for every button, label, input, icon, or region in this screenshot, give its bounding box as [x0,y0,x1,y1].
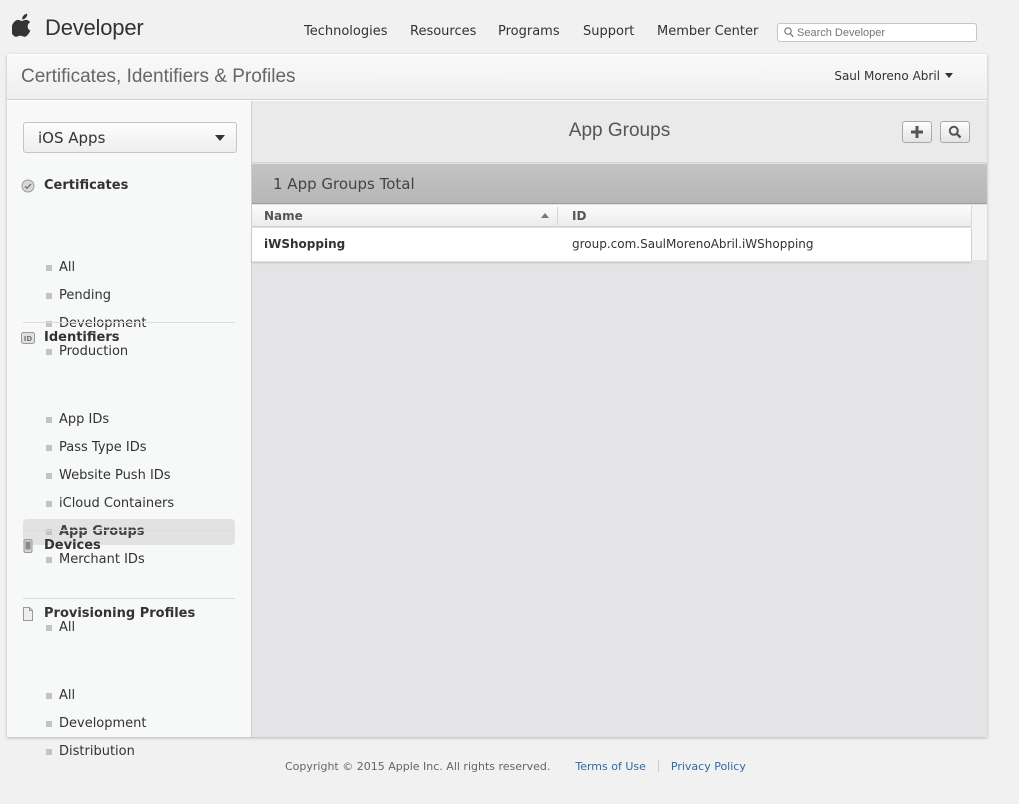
bullet [46,349,52,355]
sidebar-item-pending[interactable]: Pending [23,283,235,309]
copyright-text: Copyright © 2015 Apple Inc. All rights r… [285,760,551,773]
column-divider[interactable] [557,207,558,225]
sidebar-item-pass-type-ids[interactable]: Pass Type IDs [23,435,235,461]
developer-brand[interactable]: Developer [45,15,144,41]
apple-logo-icon[interactable] [12,13,34,37]
bullet [46,693,52,699]
top-navigation: Developer Technologies Resources Program… [0,0,1019,54]
bullet [46,557,52,563]
section-title: Devices [44,538,101,553]
main-card: Certificates, Identifiers & Profiles Sau… [7,54,987,759]
sidebar-item-label[interactable]: Distribution [59,744,135,759]
sidebar-item-label[interactable]: All [59,688,75,703]
scrollbar[interactable] [971,205,987,260]
content-title: App Groups [568,120,671,141]
app-group-id[interactable]: group.com.SaulMorenoAbril.iWShopping [572,237,814,251]
sidebar-item-label[interactable]: App Groups [59,524,145,539]
plus-icon [911,126,923,138]
bullet [46,625,52,631]
content-header: App Groups [252,101,987,163]
sidebar-item-label[interactable]: Pending [59,288,111,303]
divider [23,598,235,599]
table-row[interactable]: iWShopping group.com.SaulMorenoAbril.iWS… [252,228,971,262]
sidebar-item-label[interactable]: Development [59,716,147,731]
search-button[interactable] [940,121,970,143]
sidebar-item-website-push-ids[interactable]: Website Push IDs [23,463,235,489]
divider [23,322,235,323]
nav-resources[interactable]: Resources [410,24,476,39]
section-title: Certificates [44,178,129,193]
total-count-bar: 1 App Groups Total [252,164,987,204]
nav-support[interactable]: Support [583,24,634,39]
bullet [46,417,52,423]
privacy-policy-link[interactable]: Privacy Policy [671,760,746,773]
sidebar-item-icloud-containers[interactable]: iCloud Containers [23,491,235,517]
sidebar-item-label[interactable]: Merchant IDs [59,552,145,567]
chevron-down-icon[interactable] [215,135,225,141]
search-icon [784,27,794,38]
content-area: App Groups 1 App Groups Total Name ID iW… [252,101,987,737]
platform-select[interactable]: iOS Apps [23,122,237,153]
certificate-icon [21,179,35,193]
bullet [46,721,52,727]
sidebar-item-label[interactable]: Development [59,316,147,331]
sidebar-item-profiles-all[interactable]: All [23,683,235,709]
sidebar-item-label[interactable]: All [59,260,75,275]
column-header-id[interactable]: ID [572,209,586,223]
sort-ascending-icon[interactable] [541,213,549,218]
sidebar-item-label[interactable]: All [59,620,75,635]
app-group-name[interactable]: iWShopping [264,237,345,251]
footer: Copyright © 2015 Apple Inc. All rights r… [285,760,746,773]
divider [657,760,659,772]
search-icon [948,125,962,139]
search-input[interactable] [797,25,972,40]
document-icon [23,607,33,621]
bullet [46,445,52,451]
bullet [46,749,52,755]
sidebar: iOS Apps Certificates All Pending Develo… [7,101,252,759]
svg-text:ID: ID [24,335,33,343]
sidebar-item-label[interactable]: Production [59,344,128,359]
sidebar-item-app-ids[interactable]: App IDs [23,407,235,433]
table-header: Name ID [252,205,971,227]
sidebar-item-certificates-all[interactable]: All [23,255,235,281]
id-badge-icon: ID [21,332,35,344]
divider [23,530,235,531]
user-name[interactable]: Saul Moreno Abril [834,69,940,83]
bullet [46,293,52,299]
total-count: 1 App Groups Total [273,175,415,193]
search-box[interactable] [777,23,977,42]
user-menu-caret-icon[interactable] [945,73,953,78]
page-title: Certificates, Identifiers & Profiles [21,66,296,87]
nav-member-center[interactable]: Member Center [657,24,758,39]
platform-select-value[interactable]: iOS Apps [38,129,105,147]
user-menu[interactable]: Saul Moreno Abril [834,69,953,83]
sidebar-item-label[interactable]: Pass Type IDs [59,440,147,455]
sidebar-item-label[interactable]: iCloud Containers [59,496,174,511]
sidebar-item-profiles-development[interactable]: Development [23,711,235,737]
device-icon [23,539,33,553]
terms-of-use-link[interactable]: Terms of Use [575,760,646,773]
sidebar-item-label[interactable]: App IDs [59,412,109,427]
nav-programs[interactable]: Programs [498,24,560,39]
bullet [46,501,52,507]
nav-technologies[interactable]: Technologies [304,24,388,39]
sidebar-item-distribution[interactable]: Distribution [23,739,235,765]
sidebar-item-label[interactable]: Website Push IDs [59,468,171,483]
section-title: Provisioning Profiles [44,606,196,621]
bullet [46,473,52,479]
card-header: Certificates, Identifiers & Profiles Sau… [7,54,987,100]
column-header-name[interactable]: Name [264,209,303,223]
section-title: Identifiers [44,330,120,345]
bullet [46,265,52,271]
add-app-group-button[interactable] [902,121,932,143]
